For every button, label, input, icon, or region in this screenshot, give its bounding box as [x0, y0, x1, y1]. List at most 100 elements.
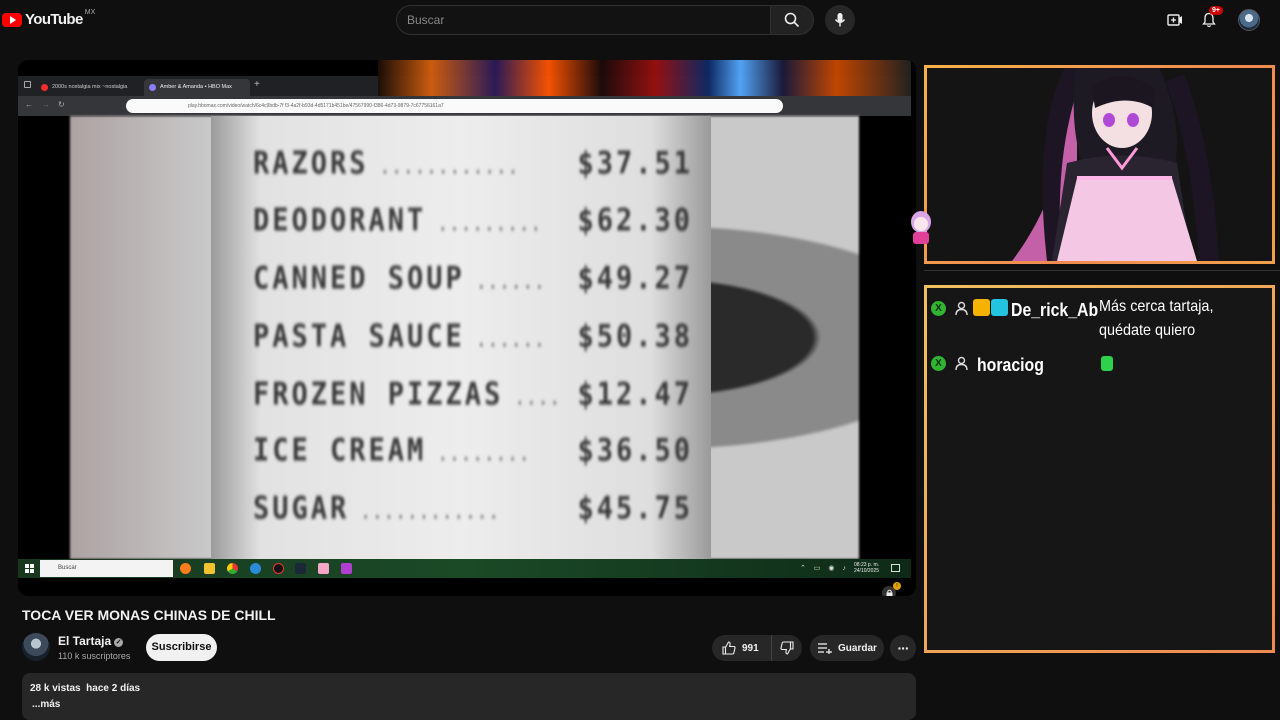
- chat-message-text: Más cerca tartaja, quédate quiero: [1099, 295, 1213, 343]
- show-more-link[interactable]: ...más: [32, 699, 916, 710]
- firefox-icon: [180, 563, 191, 574]
- windows-start-icon: [25, 564, 34, 573]
- stream-chat-overlay: X De_rick_Ab Más cerca tartaja, quédate …: [924, 285, 1275, 653]
- chat-message: X De_rick_Ab: [931, 296, 1110, 324]
- xbox-badge-icon: X: [931, 301, 946, 316]
- edge-icon: [250, 563, 261, 574]
- youtube-logo-icon: [2, 12, 22, 27]
- top-bar: YouTube MX Buscar 9+: [0, 0, 1280, 40]
- receipt-line: DEODORANT ......... $62.30: [253, 202, 693, 239]
- video-player[interactable]: 2000s nostalgia mix ~nostalgia Amber & A…: [18, 60, 916, 596]
- description-box[interactable]: 28 k vistas hace 2 días ...más: [22, 673, 916, 720]
- search-icon: [784, 12, 800, 28]
- chat-text-line: quédate quiero: [1099, 322, 1196, 339]
- like-dislike-group: 991: [712, 635, 802, 661]
- receipt-line: ICE CREAM ........ $36.50: [253, 432, 693, 469]
- back-arrow-icon: ←: [25, 100, 33, 109]
- clock-date: 24/10/2025: [854, 568, 880, 574]
- playlist-add-icon: [818, 643, 832, 654]
- create-video-icon: [1167, 14, 1182, 26]
- logo-region: MX: [84, 9, 96, 16]
- like-count: 991: [742, 642, 759, 654]
- vtuber-avatar-image: [927, 68, 1272, 261]
- search-button[interactable]: [770, 5, 814, 35]
- logo-text: YouTube: [25, 11, 83, 28]
- hbo-favicon-icon: [149, 84, 156, 91]
- browser-address-bar: play.hbomax.com/video/watch/6c4c9bdb-7f …: [126, 99, 783, 113]
- browser-address-row: ← → ↻ play.hbomax.com/video/watch/6c4c9b…: [18, 96, 911, 116]
- receipt-line: CANNED SOUP ...... $49.27: [253, 260, 693, 297]
- user-icon: [955, 356, 968, 371]
- search-box: Buscar: [396, 5, 814, 35]
- notification-count-badge: 9+: [1209, 6, 1223, 15]
- verified-check-icon: ✓: [114, 638, 124, 647]
- receipt-line: PASTA SAUCE ...... $50.38: [253, 318, 693, 355]
- receipt-line: RAZORS ............ $37.51: [253, 145, 693, 182]
- browser-theme-art: [378, 60, 911, 96]
- voice-search-button[interactable]: [825, 5, 855, 35]
- overlay-divider: [924, 270, 1280, 271]
- browser-tab-label: 2000s nostalgia mix ~nostalgia: [52, 84, 128, 90]
- upload-age: hace 2 días: [86, 683, 141, 694]
- chat-text-line: Más cerca tartaja,: [1099, 298, 1214, 315]
- view-count: 28 k vistas: [30, 683, 81, 694]
- youtube-logo[interactable]: YouTube MX: [2, 9, 96, 28]
- like-button[interactable]: 991: [712, 635, 772, 661]
- app-icon: [318, 563, 329, 574]
- receipt-line: SUGAR ............ $45.75: [253, 490, 693, 527]
- new-tab-icon: +: [254, 79, 260, 90]
- search-input[interactable]: Buscar: [396, 5, 770, 35]
- folder-icon: [204, 563, 215, 574]
- obs-icon: [273, 563, 284, 574]
- taskbar-clock: 08:23 p. m. 24/10/2025: [854, 562, 879, 574]
- app-icon: [341, 563, 352, 574]
- chrome-icon: [227, 563, 238, 574]
- alert-icon: !: [893, 582, 901, 590]
- reload-icon: ↻: [58, 100, 65, 109]
- youtube-favicon-icon: [41, 84, 48, 91]
- browser-tab-label: Amber & Amanda • HBO Max: [160, 84, 232, 90]
- notification-center-icon: [891, 564, 900, 572]
- channel-name[interactable]: El Tartaja ✓: [58, 634, 124, 648]
- more-horizontal-icon: ···: [897, 640, 910, 656]
- channel-name-text: El Tartaja: [58, 634, 112, 648]
- chat-username: De_rick_Ab: [1011, 300, 1099, 320]
- thumbs-down-icon: [780, 641, 794, 655]
- save-label: Guardar: [838, 642, 877, 654]
- taskbar-search: Buscar: [40, 560, 173, 577]
- xbox-badge-icon: X: [931, 356, 946, 371]
- notifications-button[interactable]: 9+: [1197, 6, 1223, 32]
- lock-icon: [886, 589, 892, 596]
- green-emote-icon: [1101, 356, 1113, 371]
- user-icon: [955, 301, 968, 316]
- receipt-line: FROZEN PIZZAS .... $12.47: [253, 376, 693, 413]
- tab-list-icon: [24, 81, 31, 88]
- vtuber-cam-frame: [924, 65, 1275, 264]
- thumbs-up-icon: [722, 641, 736, 655]
- forward-arrow-icon: →: [42, 100, 50, 109]
- dislike-button[interactable]: [772, 641, 802, 655]
- video-title: TOCA VER MONAS CHINAS DE CHILL: [22, 607, 276, 623]
- mini-avatar-sticker: [906, 208, 936, 246]
- subscriber-count: 110 k suscriptores: [58, 651, 131, 661]
- chat-message: X horaciog: [931, 351, 1053, 379]
- browser-url: play.hbomax.com/video/watch/6c4c9bdb-7f …: [188, 103, 444, 109]
- view-stats: 28 k vistas hace 2 días: [30, 683, 916, 694]
- save-button[interactable]: Guardar: [810, 635, 884, 661]
- microphone-icon: [834, 13, 846, 27]
- receipt-image: RAZORS ............ $37.51 DEODORANT ....…: [211, 116, 711, 559]
- account-avatar[interactable]: [1238, 9, 1260, 31]
- video-frame: RAZORS ............ $37.51 DEODORANT ....…: [18, 116, 911, 596]
- taskbar-search-text: Buscar: [58, 565, 77, 571]
- system-tray-icons: ⌃ ▭ ◉ ♪: [800, 565, 849, 572]
- emote-badge-icon: [991, 299, 1008, 316]
- create-button[interactable]: [1163, 8, 1187, 32]
- subscribe-button[interactable]: Suscribirse: [146, 634, 217, 661]
- chat-username: horaciog: [977, 355, 1044, 375]
- browser-tab-1: 2000s nostalgia mix ~nostalgia: [36, 79, 140, 96]
- crown-badge-icon: [973, 299, 990, 316]
- channel-avatar[interactable]: [22, 633, 50, 661]
- steam-icon: [295, 563, 306, 574]
- windows-taskbar: Buscar ⌃ ▭ ◉ ♪ 08:23 p. m. 24/10/2025: [18, 559, 911, 578]
- more-actions-button[interactable]: ···: [890, 635, 916, 661]
